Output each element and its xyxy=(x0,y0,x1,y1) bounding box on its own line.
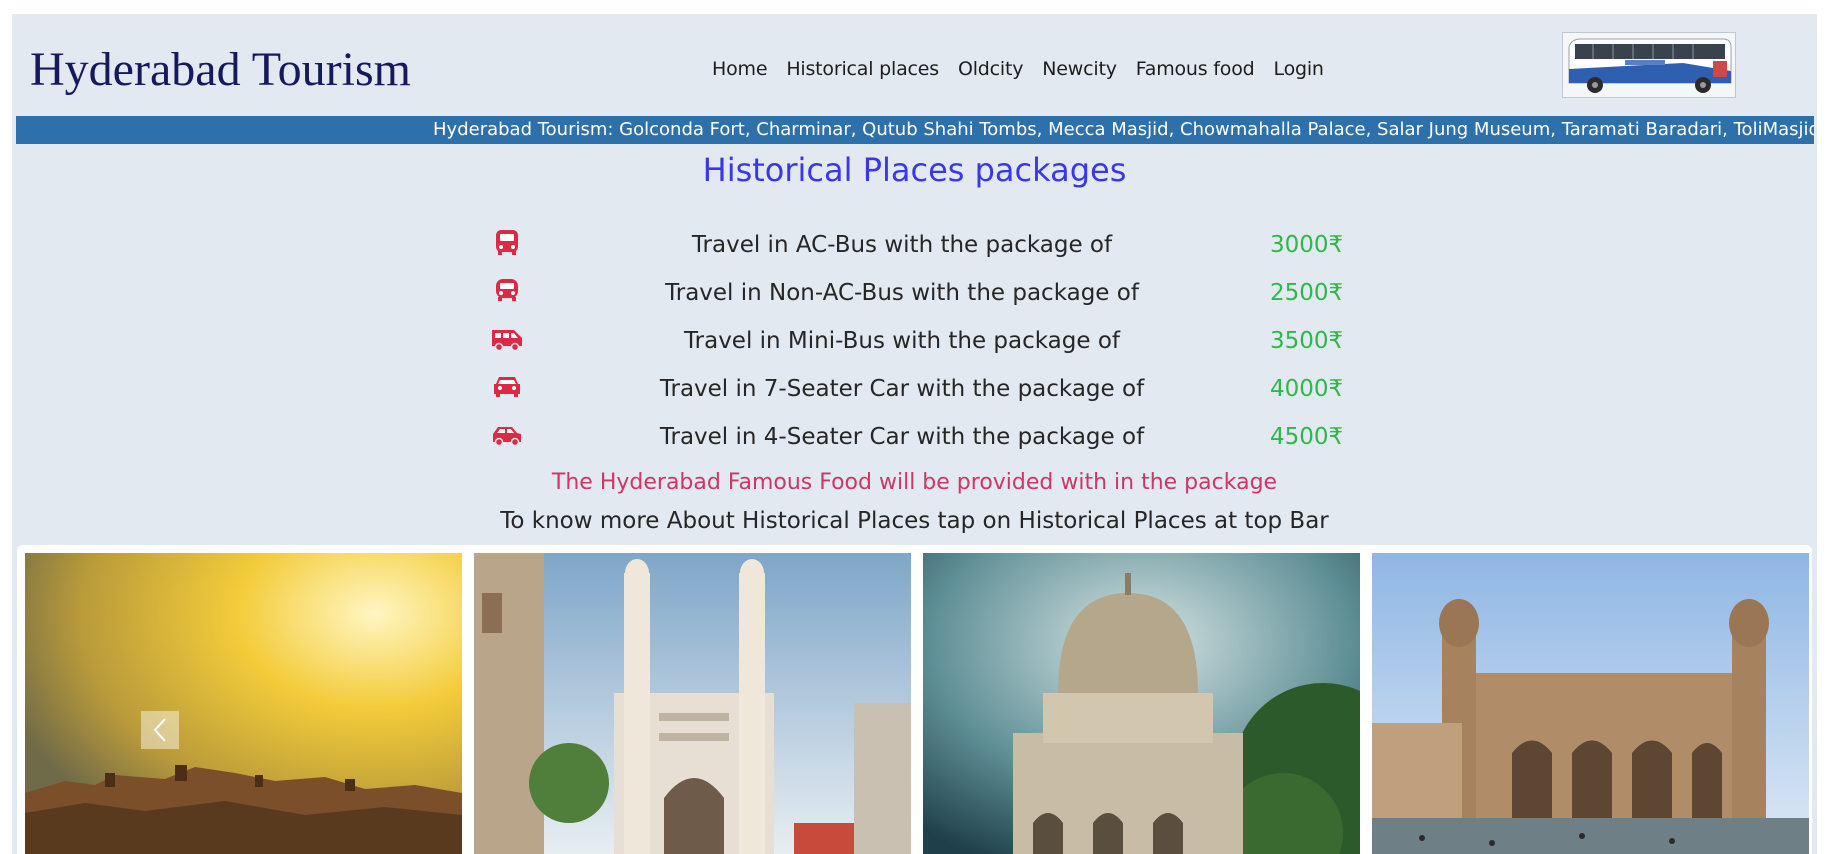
car-side-icon xyxy=(490,420,524,450)
photo-carousel xyxy=(17,545,1812,854)
package-label: Travel in 4-Seater Car with the package … xyxy=(659,424,1145,450)
package-label: Travel in Non-AC-Bus with the package of xyxy=(665,280,1139,306)
news-ticker: Hyderabad Tourism: Golconda Fort, Charmi… xyxy=(16,116,1814,144)
bus-icon xyxy=(490,228,524,258)
bus-photo xyxy=(1562,32,1736,98)
package-row: Travel in AC-Bus with the package of 300… xyxy=(12,228,1817,268)
packages-title: Historical Places packages xyxy=(702,151,1127,189)
package-label: Travel in AC-Bus with the package of xyxy=(691,232,1113,258)
nav-home[interactable]: Home xyxy=(712,58,768,80)
chevron-left-icon xyxy=(153,718,166,742)
package-price: 2500₹ xyxy=(1270,280,1344,306)
brand-title[interactable]: Hyderabad Tourism xyxy=(30,42,411,97)
carousel-prev-button[interactable] xyxy=(141,711,179,749)
header: Hyderabad Tourism Home Historical places… xyxy=(12,22,1817,110)
nav-oldcity[interactable]: Oldcity xyxy=(958,58,1024,80)
ticker-text: Hyderabad Tourism: Golconda Fort, Charmi… xyxy=(433,119,1814,140)
package-row: Travel in 7-Seater Car with the package … xyxy=(12,372,1817,412)
nav-login[interactable]: Login xyxy=(1274,58,1324,80)
package-row: Travel in Non-AC-Bus with the package of… xyxy=(12,276,1817,316)
nav-newcity[interactable]: Newcity xyxy=(1042,58,1117,80)
package-price: 3000₹ xyxy=(1270,232,1344,258)
nav-famous-food[interactable]: Famous food xyxy=(1136,58,1255,80)
mecca-masjid-photo xyxy=(1372,553,1809,854)
bus-front-icon xyxy=(490,276,524,306)
charminar-photo xyxy=(474,553,911,854)
page: Hyderabad Tourism Home Historical places… xyxy=(12,14,1817,854)
van-icon xyxy=(490,324,524,354)
package-price: 4500₹ xyxy=(1270,424,1344,450)
food-note: The Hyderabad Famous Food will be provid… xyxy=(551,470,1278,495)
car-front-icon xyxy=(490,372,524,402)
package-label: Travel in Mini-Bus with the package of xyxy=(683,328,1121,354)
package-price: 3500₹ xyxy=(1270,328,1344,354)
nav-historical-places[interactable]: Historical places xyxy=(786,58,939,80)
golconda-fort-photo xyxy=(25,553,462,854)
package-row: Travel in 4-Seater Car with the package … xyxy=(12,420,1817,460)
qutub-shahi-tomb-photo xyxy=(923,553,1360,854)
top-nav: Home Historical places Oldcity Newcity F… xyxy=(712,58,1324,80)
package-label: Travel in 7-Seater Car with the package … xyxy=(659,376,1145,402)
package-price: 4000₹ xyxy=(1270,376,1344,402)
more-info-note: To know more About Historical Places tap… xyxy=(500,508,1329,534)
package-row: Travel in Mini-Bus with the package of 3… xyxy=(12,324,1817,364)
